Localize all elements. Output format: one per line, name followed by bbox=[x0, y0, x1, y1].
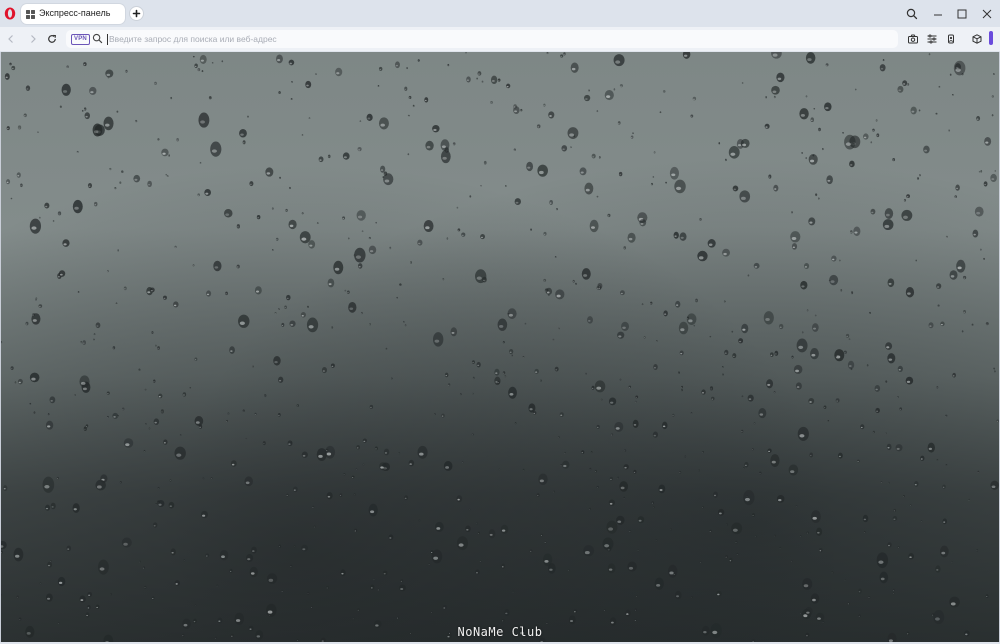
background-watermark: NoNaMe Club bbox=[457, 625, 543, 639]
sliders-icon bbox=[927, 34, 937, 44]
cube-icon bbox=[972, 34, 982, 44]
account-icon bbox=[948, 34, 954, 44]
maximize-button[interactable] bbox=[955, 7, 969, 21]
search-icon bbox=[906, 8, 918, 20]
rain-drops-background bbox=[1, 52, 999, 642]
minimize-button[interactable] bbox=[931, 7, 945, 21]
search-icon bbox=[92, 33, 103, 44]
close-button[interactable] bbox=[980, 7, 994, 21]
snapshot-button[interactable] bbox=[907, 33, 919, 45]
speed-dial-page: NoNaMe Club bbox=[0, 52, 1000, 642]
close-icon bbox=[982, 9, 992, 19]
sidebar-toggle[interactable] bbox=[989, 31, 993, 45]
address-bar[interactable]: VPN bbox=[66, 30, 898, 48]
tab-strip: Экспресс-панель bbox=[0, 0, 1000, 27]
opera-logo-icon[interactable] bbox=[4, 7, 16, 20]
easy-setup-button[interactable] bbox=[926, 33, 938, 45]
speed-dial-grid-icon bbox=[26, 10, 35, 19]
reload-icon bbox=[48, 34, 57, 43]
forward-button[interactable] bbox=[27, 33, 39, 45]
new-tab-button[interactable] bbox=[130, 7, 143, 20]
reload-button[interactable] bbox=[46, 33, 58, 45]
forward-arrow-icon bbox=[31, 35, 36, 43]
search-tabs-button[interactable] bbox=[905, 7, 919, 21]
camera-icon bbox=[908, 34, 918, 44]
maximize-icon bbox=[957, 9, 967, 19]
text-caret bbox=[107, 34, 108, 45]
back-button[interactable] bbox=[5, 33, 17, 45]
toolbar: VPN bbox=[0, 27, 1000, 51]
extensions-button[interactable] bbox=[971, 33, 983, 45]
tab-title: Экспресс-панель bbox=[39, 8, 111, 18]
address-input[interactable] bbox=[109, 30, 869, 48]
back-arrow-icon bbox=[8, 35, 13, 43]
tab-speed-dial[interactable]: Экспресс-панель bbox=[21, 4, 125, 24]
vpn-badge[interactable]: VPN bbox=[71, 34, 90, 45]
account-button[interactable] bbox=[945, 33, 957, 45]
plus-icon bbox=[132, 9, 141, 18]
